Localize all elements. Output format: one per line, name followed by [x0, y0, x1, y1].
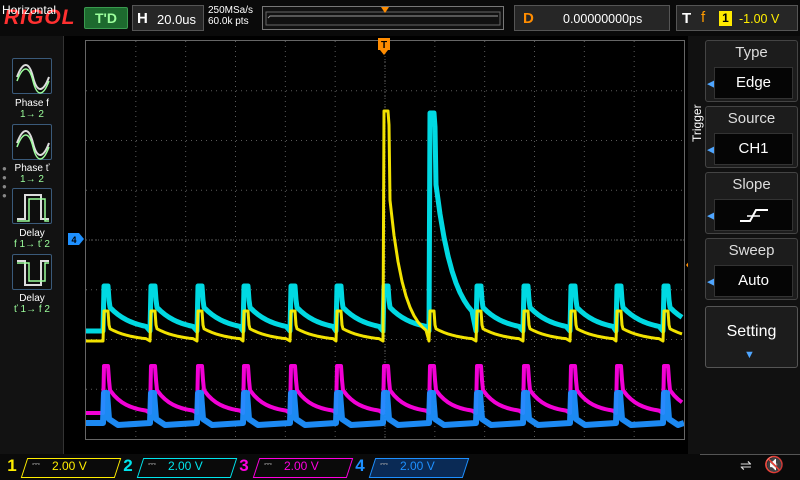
trigger-setting-button[interactable]: Setting ▼ — [705, 306, 798, 368]
channel-4-scale: 2.00 V — [400, 459, 435, 473]
trigger-sweep-button[interactable]: Sweep ◀ Auto — [705, 238, 798, 300]
timebase-key: H — [137, 10, 148, 27]
channel-1-number: 1 — [7, 456, 17, 475]
sample-info: 250MSa/s 60.0k pts — [208, 5, 253, 27]
channel-4-status[interactable]: 4 ⎓ 2.00 V — [350, 456, 470, 478]
dc-coupling-icon: ⎓ — [148, 459, 156, 470]
memory-overview[interactable] — [262, 6, 504, 30]
trigger-type-button[interactable]: Type ◀ Edge — [705, 40, 798, 102]
memory-overview-wave — [265, 7, 501, 26]
channel-2-number: 2 — [123, 456, 133, 475]
channel-2-scale: 2.00 V — [168, 459, 203, 473]
phase-rise-button[interactable] — [12, 58, 52, 94]
pulse-delay-icon — [17, 260, 49, 286]
pulse-delay-icon — [17, 194, 49, 222]
channel-4-trace — [86, 390, 685, 428]
delay-box[interactable]: D 0.00000000ps — [514, 5, 670, 31]
delay-fall-label: Delay ť 1→ f 2 — [14, 293, 50, 315]
sample-rate: 250MSa/s — [208, 5, 254, 16]
dc-coupling-icon: ⎓ — [32, 459, 40, 470]
rising-edge-icon — [739, 209, 768, 223]
phase-rise-label: Phase f 1→ 2 — [15, 98, 49, 120]
rising-edge-icon: f — [701, 9, 706, 26]
delay-value: 0.00000000ps — [563, 12, 643, 26]
dc-coupling-icon: ⎓ — [264, 459, 272, 470]
trigger-sweep-label: Sweep — [728, 242, 775, 259]
channel-3-scale: 2.00 V — [284, 459, 319, 473]
phase-fall-button[interactable] — [12, 124, 52, 160]
usb-icon: ⇌ — [740, 457, 752, 473]
dc-coupling-icon: ⎓ — [380, 459, 388, 470]
trigger-slope-label: Slope — [732, 176, 771, 193]
waveform-display[interactable] — [85, 40, 685, 440]
trigger-setting-label: Setting — [726, 323, 777, 340]
trigger-position-icon: T — [378, 38, 390, 61]
trigger-source-badge: 1 — [719, 11, 732, 26]
channel-3-status[interactable]: 3 ⎓ 2.00 V — [234, 456, 354, 478]
trigger-type-value: Edge — [714, 67, 793, 99]
channel-1-scale: 2.00 V — [52, 459, 87, 473]
phase-fall-label: Phase ť 1→ 2 — [14, 163, 50, 185]
delay-rise-label: Delay f 1→ ť 2 — [14, 228, 50, 250]
page-indicator-dots: ● ● ● ● — [2, 164, 7, 200]
trigger-slope-value — [714, 199, 793, 231]
channel-3-number: 3 — [239, 456, 249, 475]
speaker-muted-icon[interactable]: 🔇 — [764, 455, 784, 475]
svg-text:4: 4 — [71, 235, 76, 245]
memory-depth: 60.0k pts — [208, 16, 249, 27]
channel-2-status[interactable]: 2 ⎓ 2.00 V — [118, 456, 238, 478]
delay-rise-button[interactable] — [12, 188, 52, 224]
trigger-source-button[interactable]: Source ◀ CH1 — [705, 106, 798, 168]
channel-1-trace — [86, 109, 683, 343]
horizontal-menu-title: Horizontal — [2, 3, 57, 17]
waveform-canvas — [86, 41, 685, 439]
sine-wave-icon — [16, 64, 50, 94]
trigger-menu-title: Trigger — [690, 104, 704, 142]
trigger-slope-button[interactable]: Slope ◀ — [705, 172, 798, 234]
down-arrow-icon: ▼ — [744, 349, 755, 361]
channel-1-status[interactable]: 1 ⎓ 2.00 V — [2, 456, 122, 478]
delay-key: D — [523, 10, 534, 27]
delay-fall-button[interactable] — [12, 254, 52, 290]
sine-wave-icon — [16, 130, 50, 160]
trigger-sweep-value: Auto — [714, 265, 793, 297]
trigger-source-value: CH1 — [714, 133, 793, 165]
channel-bar-divider — [700, 454, 800, 455]
run-status-badge[interactable]: T'D — [84, 7, 128, 29]
channel-4-offset-marker[interactable]: 4 — [68, 232, 84, 250]
svg-text:T: T — [381, 40, 387, 51]
trigger-type-label: Type — [735, 44, 768, 61]
timebase-box[interactable]: H 20.0us — [132, 5, 204, 31]
trigger-source-label: Source — [727, 110, 776, 127]
timebase-value: 20.0us — [157, 12, 197, 27]
channel-4-number: 4 — [355, 456, 365, 475]
trigger-key: T — [682, 10, 692, 27]
trigger-status-box[interactable]: T f 1 -1.00 V — [676, 5, 798, 31]
trigger-level: -1.00 V — [739, 12, 780, 26]
